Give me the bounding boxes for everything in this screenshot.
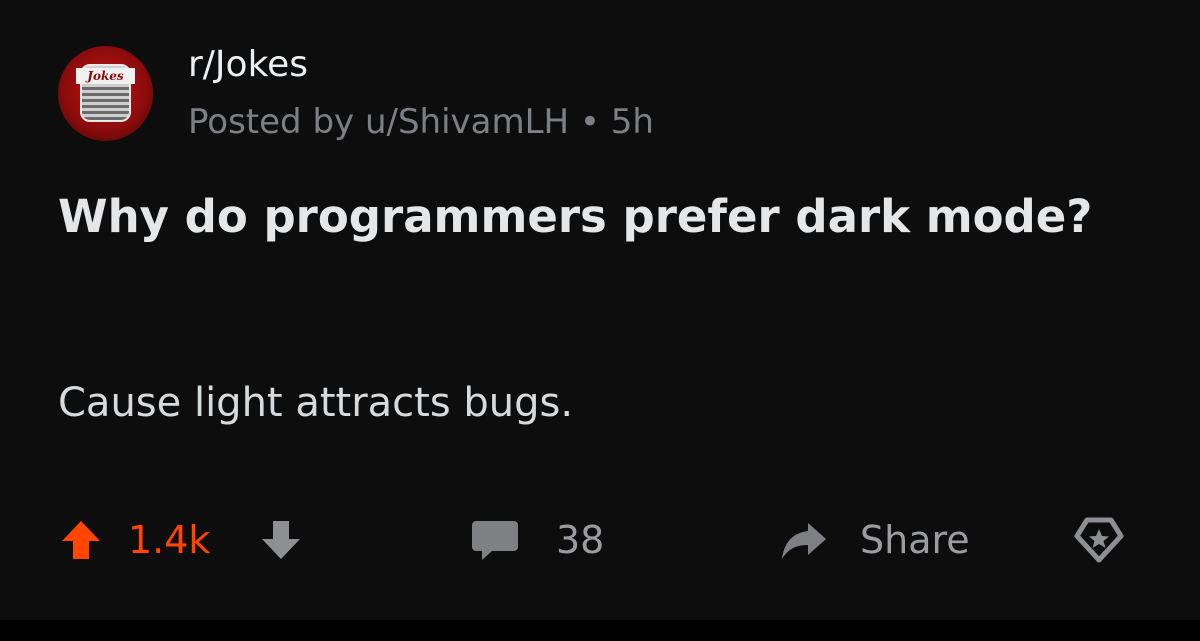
downvote-icon xyxy=(262,521,300,559)
upvote-button[interactable] xyxy=(58,510,104,570)
post-card: Jokes r/Jokes Posted by u/ShivamLH • 5h … xyxy=(0,0,1200,620)
subreddit-avatar[interactable]: Jokes xyxy=(58,46,153,141)
post-meta: Posted by u/ShivamLH • 5h xyxy=(188,102,654,142)
bottom-border xyxy=(0,620,1200,641)
post-body: Cause light attracts bugs. xyxy=(58,380,574,426)
post-title[interactable]: Why do programmers prefer dark mode? xyxy=(58,182,1118,252)
action-bar: 1.4k 38 Share xyxy=(58,510,1158,570)
upvote-icon xyxy=(62,521,100,559)
award-icon xyxy=(1074,517,1124,563)
comment-count[interactable]: 38 xyxy=(556,510,604,570)
share-button[interactable] xyxy=(778,510,830,570)
downvote-button[interactable] xyxy=(258,510,304,570)
comment-icon xyxy=(472,521,518,560)
share-label[interactable]: Share xyxy=(860,510,970,570)
comments-button[interactable] xyxy=(470,510,520,570)
share-icon xyxy=(782,523,826,559)
award-button[interactable] xyxy=(1073,510,1125,570)
vote-score: 1.4k xyxy=(128,518,211,562)
subreddit-name[interactable]: r/Jokes xyxy=(188,44,308,85)
avatar-logo-text: Jokes xyxy=(76,68,135,84)
